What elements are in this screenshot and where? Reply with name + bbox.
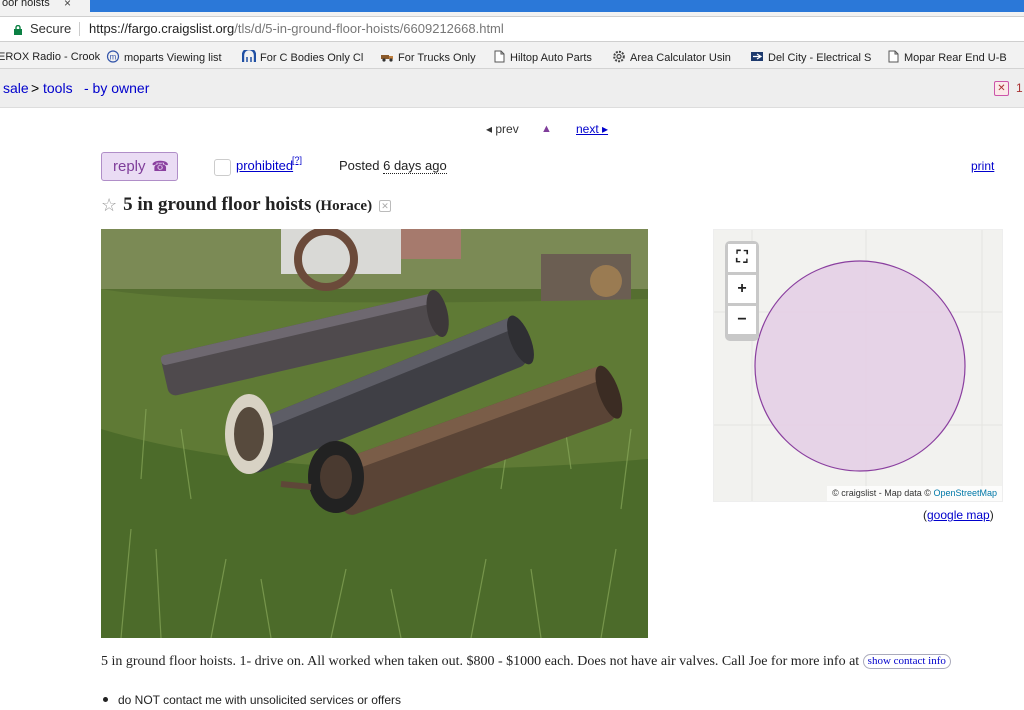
breadcrumb: sale > tools - by owner ✕ 1 (0, 69, 1024, 108)
secure-label: Secure (30, 21, 72, 36)
favorites-icon[interactable]: ✕ (994, 81, 1009, 96)
favorite-star-icon[interactable]: ☆ (101, 195, 117, 215)
bookmark-item[interactable]: Del City - Electrical S (750, 50, 871, 64)
photo-hoists-in-grass (101, 229, 648, 638)
breadcrumb-tools-link[interactable]: tools (43, 69, 73, 108)
posting-body-text: 5 in ground floor hoists. 1- drive on. A… (101, 654, 860, 669)
bookmark-item[interactable]: m moparts Viewing list (106, 50, 222, 64)
page-icon (494, 50, 505, 63)
prev-link[interactable]: ◂ prev (486, 122, 519, 136)
page-title: 5 in ground floor hoists (123, 194, 312, 215)
tab-title: oor hoists (2, 0, 50, 9)
up-to-search-icon[interactable]: ▲ (541, 122, 552, 136)
posting-title-row: ☆ 5 in ground floor hoists (Horace) ✕ (101, 194, 392, 216)
address-bar[interactable]: Secure https://fargo.craigslist.org/tls/… (0, 16, 1024, 42)
truck-icon (381, 55, 393, 62)
bookmark-item[interactable]: For Trucks Only (380, 50, 476, 64)
posting-photo[interactable] (101, 229, 648, 638)
posted-date: Posted 6 days ago (339, 158, 447, 174)
posted-ago: 6 days ago (383, 158, 447, 174)
reply-label: reply (113, 158, 146, 175)
close-tab-icon[interactable]: × (64, 0, 71, 10)
bookmark-item[interactable]: Mopar Rear End U-B (886, 50, 1007, 64)
map-attribution: © craigslist - Map data © OpenStreetMap (827, 486, 1002, 501)
page-icon (888, 50, 899, 63)
zoom-out-button[interactable]: − (728, 306, 756, 334)
prohibited-link[interactable]: prohibited (236, 158, 293, 173)
lock-icon (14, 25, 22, 35)
posting-body: 5 in ground floor hoists. 1- drive on. A… (101, 654, 951, 670)
moparts-icon: m (106, 50, 120, 63)
breadcrumb-by-owner-link[interactable]: - by owner (84, 69, 149, 108)
next-link[interactable]: next ▸ (576, 122, 608, 136)
browser-toolbar: Secure https://fargo.craigslist.org/tls/… (0, 12, 1024, 45)
flag-checkbox[interactable] (214, 159, 231, 176)
hide-posting-icon[interactable]: ✕ (379, 200, 392, 212)
google-map-link[interactable]: google map (927, 508, 990, 522)
address-separator (79, 22, 80, 36)
url-text[interactable]: https://fargo.craigslist.org/tls/d/5-in-… (89, 17, 504, 41)
approximate-area-circle (754, 260, 966, 472)
prohibited-help-link[interactable]: [?] (292, 155, 302, 165)
breadcrumb-sale-link[interactable]: sale (3, 69, 29, 108)
map-controls: ⛶ + − (725, 241, 759, 341)
breadcrumb-separator: > (31, 80, 40, 96)
fullscreen-icon[interactable]: ⛶ (728, 244, 756, 272)
openstreetmap-link[interactable]: OpenStreetMap (933, 488, 997, 498)
bookmarks-bar: EROX Radio - Crook m moparts Viewing list… (0, 45, 1024, 69)
bookmark-item[interactable]: Area Calculator Usin (612, 50, 731, 64)
reply-button[interactable]: reply ☎ (101, 152, 178, 181)
zoom-in-button[interactable]: + (728, 275, 756, 303)
print-link[interactable]: print (971, 159, 994, 173)
browser-tab[interactable]: oor hoists × (0, 0, 90, 12)
notice-list-item: do NOT contact me with unsolicited servi… (103, 693, 401, 707)
bookmark-item[interactable]: For C Bodies Only Cl (242, 50, 363, 64)
favorites-count[interactable]: 1 (1016, 69, 1023, 108)
bookmark-item[interactable]: Hiltop Auto Parts (492, 50, 592, 64)
bookmark-item[interactable]: EROX Radio - Crook (0, 50, 100, 64)
location-map[interactable]: ⛶ + − © craigslist - Map data © OpenStre… (713, 229, 1003, 502)
gear-icon (613, 50, 625, 63)
bullet-icon (103, 697, 108, 702)
mopar-logo-icon (242, 50, 256, 62)
posting-location: (Horace) (315, 198, 373, 214)
svg-text:m: m (110, 53, 117, 62)
google-map-link-wrap: (google map) (923, 508, 994, 522)
delcity-icon (751, 52, 763, 61)
show-contact-info-button[interactable]: show contact info (862, 654, 951, 669)
phone-icon: ☎ (151, 158, 169, 174)
tab-strip: oor hoists × (0, 0, 1024, 12)
